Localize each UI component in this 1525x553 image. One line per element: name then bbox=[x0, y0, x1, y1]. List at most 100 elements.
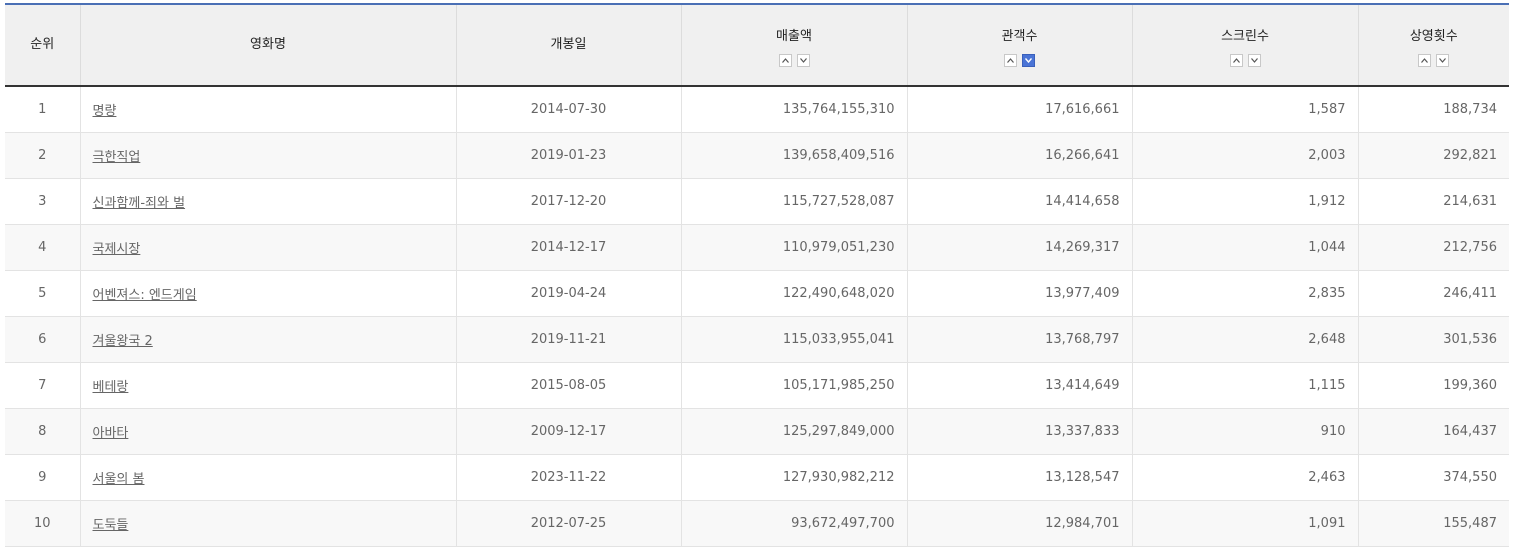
rank-cell: 10 bbox=[5, 500, 80, 547]
movie-title-link[interactable]: 도둑들 bbox=[93, 518, 129, 533]
screens-sort-asc-button[interactable] bbox=[1229, 54, 1243, 67]
table-row: 2 극한직업 2019-01-23 139,658,409,516 16,266… bbox=[5, 132, 1509, 179]
column-header-screens: 스크린수 bbox=[1131, 4, 1358, 87]
chevron-down-icon bbox=[1025, 58, 1032, 63]
column-label-screens: 스크린수 bbox=[1221, 29, 1269, 44]
audience-sort-asc-button[interactable] bbox=[1004, 54, 1017, 67]
title-cell: 서울의 봄 bbox=[79, 454, 456, 501]
showings-cell: 374,550 bbox=[1357, 454, 1509, 501]
audience-cell: 13,768,797 bbox=[906, 316, 1132, 363]
title-cell: 도둑들 bbox=[79, 500, 456, 547]
column-label-rank: 순위 bbox=[30, 37, 55, 52]
table-row: 5 어벤져스: 엔드게임 2019-04-24 122,490,648,020 … bbox=[5, 270, 1509, 317]
showings-cell: 246,411 bbox=[1357, 270, 1509, 317]
table-row: 7 베테랑 2015-08-05 105,171,985,250 13,414,… bbox=[5, 362, 1509, 409]
table-row: 4 국제시장 2014-12-17 110,979,051,230 14,269… bbox=[5, 224, 1509, 271]
sales-sort-asc-button[interactable] bbox=[778, 54, 792, 67]
column-header-audience: 관객수 bbox=[906, 4, 1132, 87]
rank-cell: 9 bbox=[5, 454, 80, 501]
movie-title-link[interactable]: 베테랑 bbox=[93, 380, 129, 395]
release-date-cell: 2023-11-22 bbox=[455, 454, 681, 501]
showings-cell: 212,756 bbox=[1357, 224, 1509, 271]
screens-cell: 2,648 bbox=[1131, 316, 1358, 363]
table-header-row: 순위 영화명 개봉일 매출액 관객수 스크린수 상영횟수 bbox=[5, 4, 1510, 87]
release-date-cell: 2012-07-25 bbox=[455, 500, 681, 547]
rank-cell: 2 bbox=[5, 132, 80, 179]
movie-title-link[interactable]: 겨울왕국 2 bbox=[93, 334, 153, 349]
audience-cell: 17,616,661 bbox=[906, 86, 1132, 133]
column-header-title: 영화명 bbox=[79, 4, 456, 87]
column-label-showings: 상영횟수 bbox=[1409, 29, 1458, 44]
audience-cell: 13,977,409 bbox=[906, 270, 1132, 317]
title-cell: 명량 bbox=[79, 86, 456, 133]
movie-title-link[interactable]: 어벤져스: 엔드게임 bbox=[93, 288, 197, 303]
table-row: 1 명량 2014-07-30 135,764,155,310 17,616,6… bbox=[5, 86, 1509, 133]
showings-sort-controls bbox=[1359, 54, 1510, 67]
table-row: 6 겨울왕국 2 2019-11-21 115,033,955,041 13,7… bbox=[5, 316, 1509, 363]
column-label-release: 개봉일 bbox=[550, 37, 587, 52]
release-date-cell: 2014-07-30 bbox=[455, 86, 681, 133]
sales-cell: 110,979,051,230 bbox=[680, 224, 907, 271]
sales-cell: 135,764,155,310 bbox=[680, 86, 907, 133]
screens-cell: 2,835 bbox=[1131, 270, 1358, 317]
column-header-release: 개봉일 bbox=[455, 4, 681, 87]
audience-cell: 14,269,317 bbox=[906, 224, 1132, 271]
release-date-cell: 2017-12-20 bbox=[455, 178, 681, 225]
sales-sort-controls bbox=[682, 54, 907, 67]
screens-sort-controls bbox=[1133, 54, 1358, 67]
showings-sort-desc-button[interactable] bbox=[1436, 54, 1450, 67]
release-date-cell: 2015-08-05 bbox=[455, 362, 681, 409]
screens-cell: 1,044 bbox=[1131, 224, 1358, 271]
chevron-down-icon bbox=[799, 58, 807, 63]
sales-sort-desc-button[interactable] bbox=[796, 54, 810, 67]
title-cell: 국제시장 bbox=[79, 224, 456, 271]
screens-cell: 1,091 bbox=[1131, 500, 1358, 547]
rank-cell: 5 bbox=[5, 270, 80, 317]
sales-cell: 139,658,409,516 bbox=[680, 132, 907, 179]
audience-cell: 13,337,833 bbox=[906, 408, 1132, 455]
title-cell: 극한직업 bbox=[79, 132, 456, 179]
screens-sort-desc-button[interactable] bbox=[1247, 54, 1261, 67]
movie-title-link[interactable]: 명량 bbox=[93, 104, 117, 119]
column-header-sales: 매출액 bbox=[680, 4, 907, 87]
sales-cell: 105,171,985,250 bbox=[680, 362, 907, 409]
movie-title-link[interactable]: 국제시장 bbox=[93, 242, 141, 257]
screens-cell: 1,912 bbox=[1131, 178, 1358, 225]
table-row: 3 신과함께-죄와 벌 2017-12-20 115,727,528,087 1… bbox=[5, 178, 1509, 225]
column-header-rank: 순위 bbox=[5, 4, 80, 87]
showings-cell: 188,734 bbox=[1357, 86, 1509, 133]
screens-cell: 910 bbox=[1131, 408, 1358, 455]
chevron-up-icon bbox=[1421, 58, 1429, 63]
rank-cell: 3 bbox=[5, 178, 80, 225]
table-row: 10 도둑들 2012-07-25 93,672,497,700 12,984,… bbox=[5, 500, 1509, 547]
showings-cell: 164,437 bbox=[1357, 408, 1509, 455]
release-date-cell: 2014-12-17 bbox=[455, 224, 681, 271]
audience-cell: 16,266,641 bbox=[906, 132, 1132, 179]
title-cell: 신과함께-죄와 벌 bbox=[79, 178, 456, 225]
sales-cell: 122,490,648,020 bbox=[680, 270, 907, 317]
sales-cell: 125,297,849,000 bbox=[680, 408, 907, 455]
movie-title-link[interactable]: 극한직업 bbox=[93, 150, 141, 165]
title-cell: 어벤져스: 엔드게임 bbox=[79, 270, 456, 317]
column-label-audience: 관객수 bbox=[1001, 29, 1038, 44]
rank-cell: 8 bbox=[5, 408, 80, 455]
movie-title-link[interactable]: 서울의 봄 bbox=[93, 472, 145, 487]
box-office-ranking-table: 순위 영화명 개봉일 매출액 관객수 스크린수 상영횟수 1 명량 2014-0… bbox=[5, 3, 1509, 547]
chevron-up-icon bbox=[1007, 58, 1014, 63]
column-header-showings: 상영횟수 bbox=[1357, 4, 1510, 87]
release-date-cell: 2009-12-17 bbox=[455, 408, 681, 455]
audience-cell: 14,414,658 bbox=[906, 178, 1132, 225]
sales-cell: 93,672,497,700 bbox=[680, 500, 907, 547]
rank-cell: 6 bbox=[5, 316, 80, 363]
audience-sort-desc-button[interactable] bbox=[1022, 54, 1035, 67]
box-office-ranking-table-container: 순위 영화명 개봉일 매출액 관객수 스크린수 상영횟수 1 명량 2014-0… bbox=[5, 3, 1509, 547]
rank-cell: 1 bbox=[5, 86, 80, 133]
showings-sort-asc-button[interactable] bbox=[1418, 54, 1432, 67]
column-label-sales: 매출액 bbox=[776, 29, 812, 44]
screens-cell: 2,003 bbox=[1131, 132, 1358, 179]
movie-title-link[interactable]: 신과함께-죄와 벌 bbox=[93, 196, 186, 211]
sales-cell: 115,033,955,041 bbox=[680, 316, 907, 363]
movie-title-link[interactable]: 아바타 bbox=[93, 426, 129, 441]
screens-cell: 1,115 bbox=[1131, 362, 1358, 409]
release-date-cell: 2019-11-21 bbox=[455, 316, 681, 363]
